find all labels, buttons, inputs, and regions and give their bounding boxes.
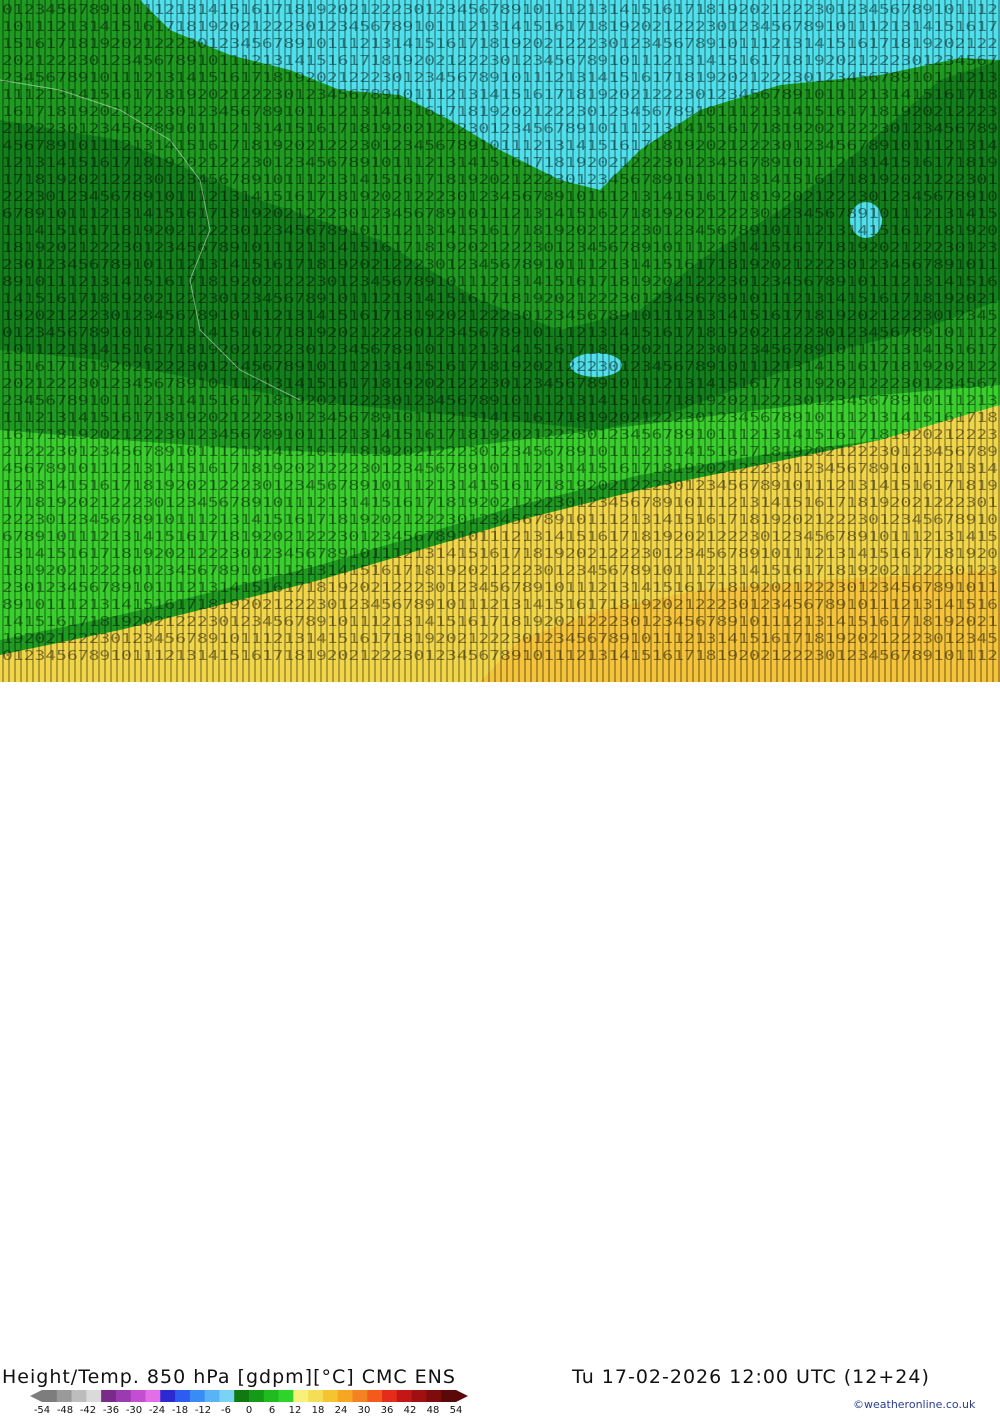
scale-label: -12 [195, 1405, 211, 1415]
contour-label-row: 1718192021222301234567891011121314151617… [2, 496, 998, 511]
scale-label: 36 [381, 1405, 394, 1415]
scale-swatch [160, 1390, 176, 1402]
scale-swatch [71, 1390, 87, 1402]
scale-swatch [234, 1390, 250, 1402]
scale-label: -6 [221, 1405, 231, 1415]
contour-label-row: 4567891011121314151617181920212223012345… [2, 139, 998, 154]
contour-labels: 0123456789101112131415161718192021222301… [2, 3, 998, 664]
scale-label: -48 [57, 1405, 73, 1415]
contour-label-row: 2345678910111213141516171819202122230123… [2, 394, 998, 409]
scale-swatch [426, 1390, 442, 1402]
contour-label-row: 1011121314151617181920212223012345678910… [2, 20, 998, 35]
contour-label-row: 8910111213141516171819202122230123456789… [2, 275, 998, 290]
contour-label-row: 2021222301234567891011121314151617181920… [2, 54, 998, 69]
scale-swatch [204, 1390, 220, 1402]
scale-arrow-right [456, 1390, 468, 1402]
contour-label-row: 1011121314151617181920212223012345678910… [2, 343, 998, 358]
contour-label-row: 1415161718192021222301234567891011121314… [2, 292, 998, 307]
scale-label: -18 [172, 1405, 188, 1415]
scale-swatch [130, 1390, 146, 1402]
scale-swatch [322, 1390, 339, 1402]
scale-swatch [101, 1390, 117, 1402]
valid-time: Tu 17-02-2026 12:00 UTC (12+24) [572, 1366, 930, 1388]
contour-label-row: 1213141516171819202122230123456789101112… [2, 156, 998, 171]
contour-label-row: 2301234567891011121314151617181920212223… [2, 258, 998, 273]
scale-arrow-left [30, 1390, 42, 1402]
contour-label-row: 1718192021222301234567891011121314151617… [2, 173, 998, 188]
scale-label: 42 [404, 1405, 417, 1415]
scale-swatch [382, 1390, 398, 1402]
contour-label-row: 6789101112131415161718192021222301234567… [2, 530, 998, 545]
scale-swatch [86, 1390, 102, 1402]
contour-label-row: 0123456789101112131415161718192021222301… [2, 326, 998, 341]
contour-label-row: 2122230123456789101112131415161718192021… [2, 122, 998, 137]
scale-label: -36 [103, 1405, 119, 1415]
contour-label-row: 1415161718192021222301234567891011121314… [2, 615, 998, 630]
contour-label-row: 1213141516171819202122230123456789101112… [2, 479, 998, 494]
scale-label: 18 [312, 1405, 325, 1415]
contour-label-row: 1819202122230123456789101112131415161718… [2, 564, 998, 579]
scale-swatch [219, 1390, 235, 1402]
contour-label-row: 2122230123456789101112131415161718192021… [2, 445, 998, 460]
scale-swatch [293, 1390, 309, 1402]
contour-label-row: 1112131415161718192021222301234567891011… [2, 411, 998, 426]
map-title: Height/Temp. 850 hPa [gdpm][°C] CMC ENS [2, 1366, 456, 1388]
contour-label-row: 1314151617181920212223012345678910111213… [2, 547, 998, 562]
contour-label-row: 2223012345678910111213141516171819202122… [2, 513, 998, 528]
scale-swatch [249, 1390, 265, 1402]
contour-label-row: 1617181920212223012345678910111213141516… [2, 428, 998, 443]
color-scale: -54 -48 -42 -36 -30 -24 -18 -12 -6 0 6 12 18 24 30 36 42… [28, 1388, 468, 1419]
scale-label: 0 [246, 1405, 252, 1415]
scale-swatch [145, 1390, 161, 1402]
scale-label: 12 [289, 1405, 302, 1415]
contour-label-row: 2345678910111213141516171819202122230123… [2, 71, 998, 86]
scale-swatch [175, 1390, 191, 1402]
contour-label-row: 6789101112131415161718192021222301234567… [2, 207, 998, 222]
scale-swatch [278, 1390, 294, 1402]
scale-swatch [263, 1390, 280, 1402]
contour-label-row: 1617181920212223012345678910111213141516… [2, 105, 998, 120]
scale-swatch [308, 1390, 324, 1402]
contour-label-row: 2301234567891011121314151617181920212223… [2, 581, 998, 596]
scale-label: 30 [358, 1405, 371, 1415]
scale-swatch [189, 1390, 206, 1402]
scale-label: 24 [335, 1405, 348, 1415]
contour-label-row: 1920212223012345678910111213141516171819… [2, 632, 998, 647]
scale-swatch [115, 1390, 132, 1402]
weather-map: 0123456789101112131415161718192021222301… [0, 0, 1000, 682]
contour-label-row: 1819202122230123456789101112131415161718… [2, 241, 998, 256]
scale-swatch [441, 1390, 457, 1402]
credit[interactable]: ©weatheronline.co.uk [853, 1398, 975, 1411]
contour-label-row: 8910111213141516171819202122230123456789… [2, 598, 998, 613]
scale-label: 48 [427, 1405, 440, 1415]
contour-label-row: 1112131415161718192021222301234567891011… [2, 88, 998, 103]
contour-label-row: 1314151617181920212223012345678910111213… [2, 224, 998, 239]
scale-swatch [337, 1390, 353, 1402]
scale-label: -54 [34, 1405, 50, 1415]
contour-label-row: 2021222301234567891011121314151617181920… [2, 377, 998, 392]
contour-label-row: 0123456789101112131415161718192021222301… [2, 649, 998, 664]
contour-label-row: 1516171819202122230123456789101112131415… [2, 37, 998, 52]
contour-label-row: 4567891011121314151617181920212223012345… [2, 462, 998, 477]
scale-label: -30 [126, 1405, 142, 1415]
scale-swatch [352, 1390, 368, 1402]
contour-label-row: 0123456789101112131415161718192021222301… [2, 3, 998, 18]
scale-label: 54 [450, 1405, 463, 1415]
contour-label-row: 2223012345678910111213141516171819202122… [2, 190, 998, 205]
contour-label-row: 1516171819202122230123456789101112131415… [2, 360, 998, 375]
scale-label: -24 [149, 1405, 165, 1415]
scale-label: 6 [269, 1405, 275, 1415]
scale-swatch [411, 1390, 427, 1402]
footer: Height/Temp. 850 hPa [gdpm][°C] CMC ENS … [0, 682, 1000, 1416]
contour-label-row: 1920212223012345678910111213141516171819… [2, 309, 998, 324]
scale-swatch [42, 1390, 58, 1402]
scale-swatch [367, 1390, 383, 1402]
scale-label: -42 [80, 1405, 96, 1415]
scale-swatch [396, 1390, 413, 1402]
scale-swatch [56, 1390, 73, 1402]
